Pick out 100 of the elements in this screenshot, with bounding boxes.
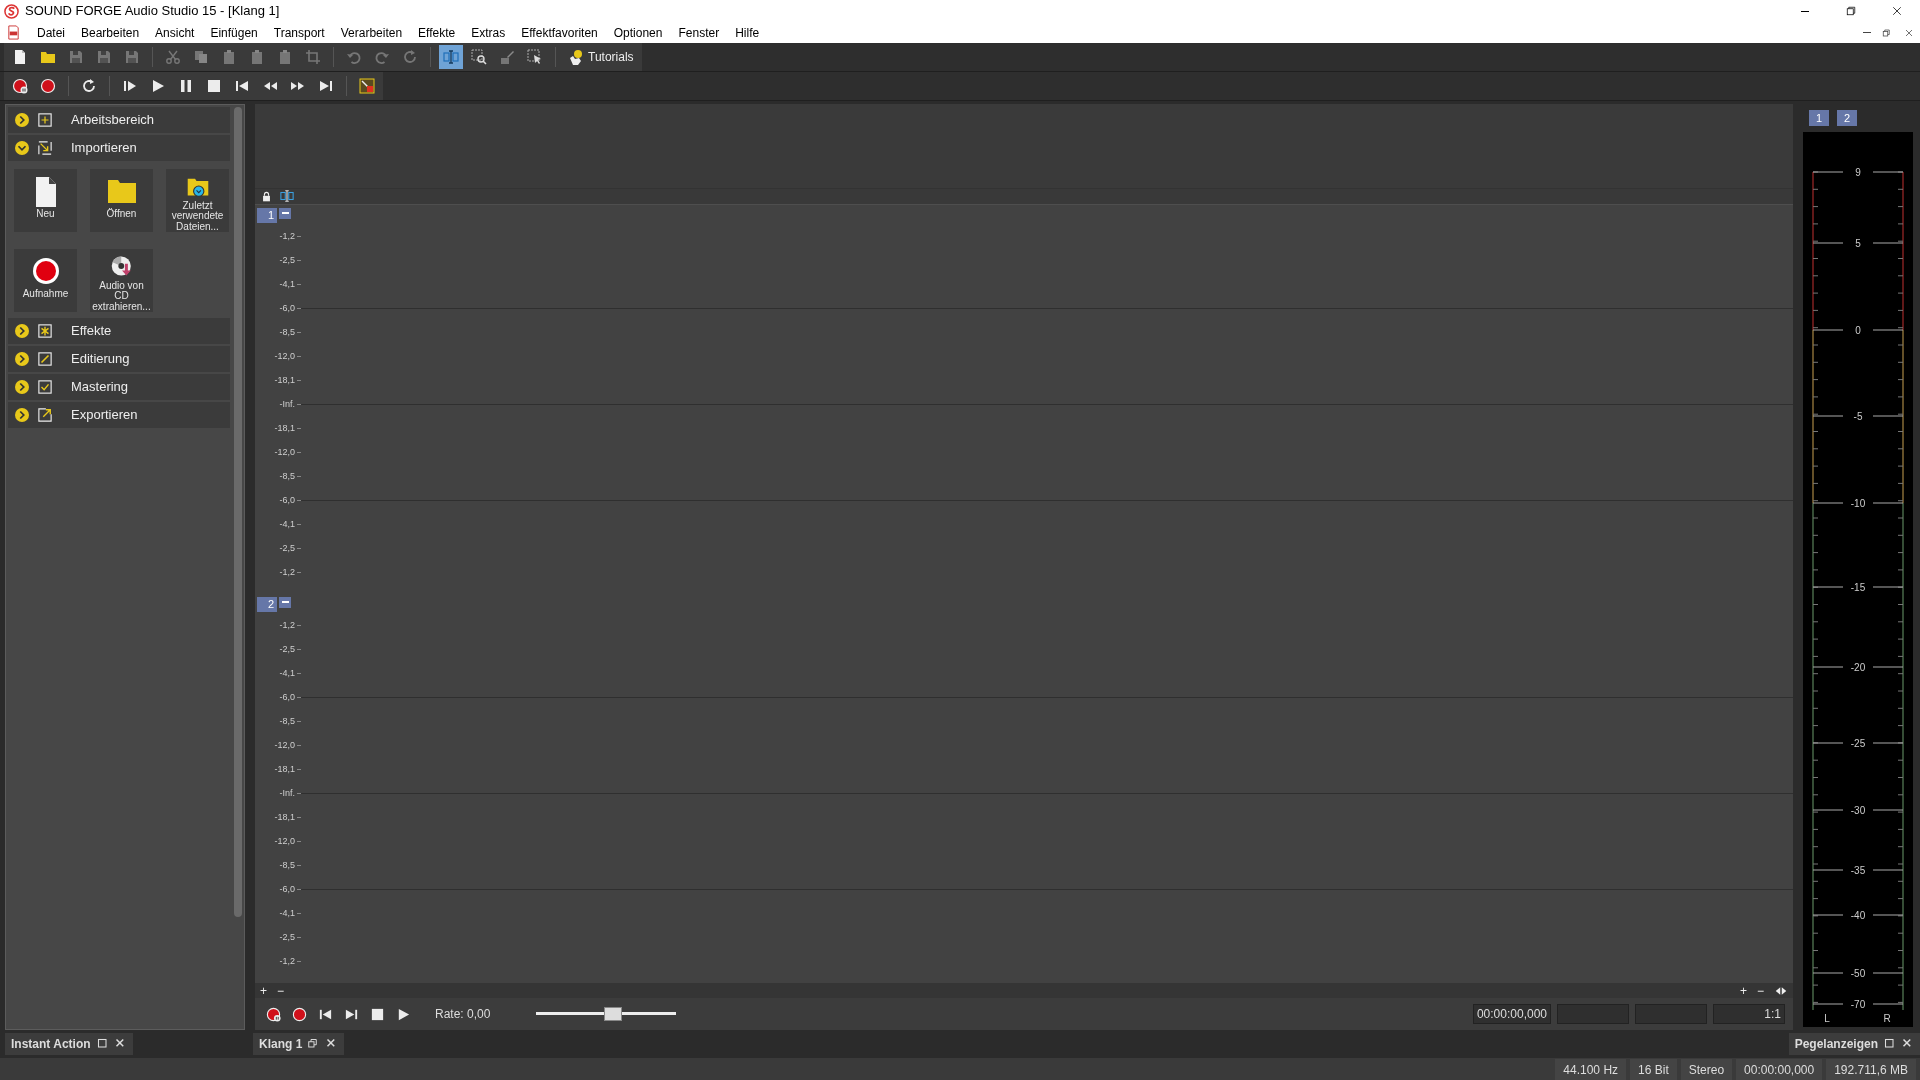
meter-scale-label: -10 [1850,498,1866,509]
menu-item[interactable]: Datei [29,23,73,42]
redo-icon [374,49,390,65]
scale-label: -12,0 [273,446,295,460]
magnifier-icon [471,49,487,65]
minimize-icon [1800,10,1810,12]
collapse-button[interactable] [279,596,291,608]
open-tile[interactable]: Öffnen [90,169,153,232]
lock-icon [261,190,272,202]
scissors-icon [165,49,181,65]
panel-tab[interactable]: Instant Action [5,1033,133,1055]
scale-label: -6,0 [278,494,295,508]
collapse-button[interactable] [279,207,291,219]
tutorials-button[interactable]: Tutorials [564,45,638,69]
menu-item[interactable]: Optionen [605,23,671,42]
record-icon [40,78,56,94]
record-tile[interactable]: Aufnahme [14,249,77,312]
export-arrow-icon [38,408,52,422]
panel-section-header[interactable]: Arbeitsbereich [8,107,230,133]
scale-label: -18,1 [273,811,295,825]
zoom-button[interactable]: − [1752,983,1769,998]
close-icon [114,1038,127,1050]
scale-label: -6,0 [278,302,295,316]
cd-tile[interactable]: Audio von CD extrahieren... [90,249,153,312]
channel-button[interactable]: 2 [1837,110,1857,126]
scale-label: -6,0 [278,691,295,705]
menu-item[interactable]: Effektfavoriten [513,23,606,42]
menu-item[interactable]: Fenster [670,23,728,42]
scrollbar[interactable] [234,107,242,917]
menu-item[interactable]: Extras [463,23,514,42]
meter-scale-label: -30 [1850,805,1866,816]
channel-side-label: L [1824,1013,1830,1024]
scale-label: -12,0 [273,350,295,364]
menu-item[interactable]: Bearbeiten [73,23,148,42]
checkbox-icon [38,380,52,394]
app-logo-icon [4,3,19,19]
rate-label: Rate: 0,00 [435,1006,491,1024]
scale-label: -2,5 [278,542,295,556]
select-icon [527,49,543,65]
plus-square-icon [38,113,52,127]
panel-section-header[interactable]: Mastering [8,374,230,400]
menu-item[interactable]: Verarbeiten [332,23,411,42]
panel-tab[interactable]: Pegelanzeigen [1788,1033,1920,1055]
scale-label: -2,5 [278,643,295,657]
scale-label: -8,5 [278,859,295,873]
meter-scale-label: -35 [1850,865,1866,876]
meter-scale-label: 0 [1855,325,1861,336]
maximize-icon [1884,1038,1896,1050]
pause-icon [178,78,194,94]
scale-label: -4,1 [278,907,295,921]
panel-section-header[interactable]: Exportieren [8,402,230,428]
maximize-icon [96,1038,109,1050]
play-from-start-icon [122,78,138,94]
channel-button[interactable]: 1 [1809,110,1829,126]
scale-label: -1,2 [278,566,295,580]
meter-scale-label: -40 [1850,910,1866,921]
panel-section-header[interactable]: Editierung [8,346,230,372]
close-icon [1902,1038,1914,1050]
new-tile[interactable]: Neu [14,169,77,232]
circular-arrow-icon [81,78,97,94]
floppy-icon [124,49,140,65]
menu-item[interactable]: Ansicht [147,23,203,42]
zoom-ratio-field[interactable]: 1:1 [1713,1004,1785,1025]
scale-label: -1,2 [278,619,295,633]
star-square-icon [38,324,52,338]
menu-item[interactable]: Transport [265,23,333,42]
scale-label: -8,5 [278,470,295,484]
panel-section-header[interactable]: Effekte [8,318,230,344]
scale-label: -2,5 [278,931,295,945]
scale-label: -18,1 [273,422,295,436]
copy-icon [193,49,209,65]
stop-icon [206,78,222,94]
channel-number[interactable]: 1 [257,207,277,223]
slider-thumb[interactable] [604,1007,623,1022]
menu-item[interactable]: Effekte [410,23,464,42]
time-field[interactable] [1557,1004,1629,1025]
zoom-button[interactable]: + [255,983,272,998]
time-field[interactable]: 00:00:00,000 [1472,1004,1551,1025]
edit-button[interactable] [439,45,463,69]
zoom-button[interactable]: − [272,983,290,998]
time-field[interactable] [1635,1004,1707,1025]
zoom-button[interactable]: + [1734,983,1752,998]
import-arrow-icon [38,141,52,155]
clipboard-icon [277,49,293,65]
document-tab[interactable]: Klang 1 [253,1033,345,1055]
circular-arrow-icon [402,49,418,65]
recent-tile[interactable]: Zuletzt verwendete Dateien... [166,169,229,232]
region-icon [359,78,375,94]
meter-scale-label: -25 [1850,738,1866,749]
scale-label: -2,5 [278,254,295,268]
channel-number[interactable]: 2 [257,596,277,612]
stop-icon [369,1006,385,1022]
menu-item[interactable]: Hilfe [727,23,768,42]
scale-label: -12,0 [273,739,295,753]
menu-item[interactable]: Einfügen [202,23,266,42]
crop-icon [305,49,321,65]
panel-section-header[interactable]: Importieren [8,135,230,161]
scale-label: -4,1 [278,667,295,681]
status-field: 00:00:00,000 [1736,1059,1823,1080]
meter-scale-label: -20 [1850,662,1866,673]
